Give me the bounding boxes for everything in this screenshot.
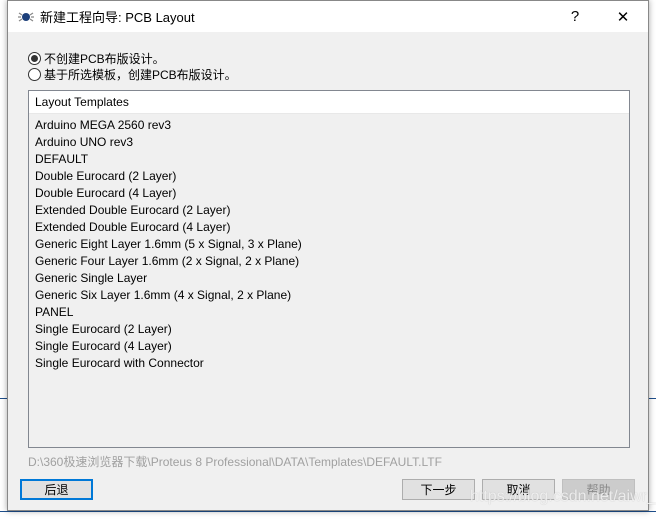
template-list-item[interactable]: Single Eurocard (4 Layer): [29, 338, 629, 355]
new-project-wizard-dialog: 新建工程向导: PCB Layout ? ✕ 不创建PCB布版设计。 基于所选模…: [7, 0, 649, 511]
template-list-item[interactable]: Generic Four Layer 1.6mm (2 x Signal, 2 …: [29, 253, 629, 270]
radio-button[interactable]: [28, 52, 41, 65]
template-list-item[interactable]: Generic Single Layer: [29, 270, 629, 287]
radio-from-template[interactable]: 基于所选模板，创建PCB布版设计。: [28, 66, 237, 83]
radio-button[interactable]: [28, 68, 41, 81]
background-line: [0, 398, 7, 399]
template-list-item[interactable]: Double Eurocard (2 Layer): [29, 168, 629, 185]
window-title: 新建工程向导: PCB Layout: [40, 10, 195, 25]
template-list-item[interactable]: DEFAULT: [29, 151, 629, 168]
template-list-item[interactable]: Arduino UNO rev3: [29, 134, 629, 151]
background-line: [0, 511, 656, 512]
radio-label: 基于所选模板，创建PCB布版设计。: [44, 68, 237, 82]
close-icon[interactable]: ✕: [600, 1, 646, 32]
background-line: [649, 398, 656, 399]
template-list-item[interactable]: Generic Eight Layer 1.6mm (5 x Signal, 3…: [29, 236, 629, 253]
layout-templates-list[interactable]: Layout Templates Arduino MEGA 2560 rev3 A…: [28, 90, 630, 448]
next-button[interactable]: 下一步: [402, 479, 475, 500]
template-list-item[interactable]: Arduino MEGA 2560 rev3: [29, 117, 629, 134]
template-list-item[interactable]: Double Eurocard (4 Layer): [29, 185, 629, 202]
watermark: https://blog.csdn.net/aiwr_: [470, 488, 656, 505]
template-list-item[interactable]: PANEL: [29, 304, 629, 321]
back-button[interactable]: 后退: [20, 479, 93, 500]
template-list-item[interactable]: Single Eurocard with Connector: [29, 355, 629, 372]
radio-label: 不创建PCB布版设计。: [44, 52, 165, 66]
template-list-item[interactable]: Extended Double Eurocard (4 Layer): [29, 219, 629, 236]
template-list-item[interactable]: Single Eurocard (2 Layer): [29, 321, 629, 338]
list-header[interactable]: Layout Templates: [29, 91, 629, 114]
template-list-item[interactable]: Generic Six Layer 1.6mm (4 x Signal, 2 x…: [29, 287, 629, 304]
template-path: D:\360极速浏览器下载\Proteus 8 Professional\DAT…: [28, 455, 442, 469]
radio-no-pcb[interactable]: 不创建PCB布版设计。: [28, 50, 165, 67]
template-list-item[interactable]: Extended Double Eurocard (2 Layer): [29, 202, 629, 219]
proteus-app-icon: [18, 9, 34, 25]
title-bar: 新建工程向导: PCB Layout ? ✕: [8, 1, 648, 32]
help-title-button[interactable]: ?: [552, 1, 598, 32]
